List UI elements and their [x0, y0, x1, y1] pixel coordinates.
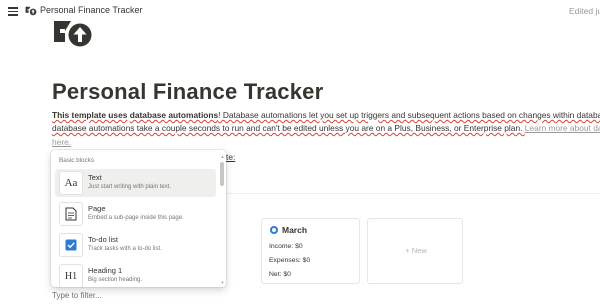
- text-glyph: Aa: [64, 177, 78, 189]
- card-title: March: [270, 225, 307, 235]
- hamburger-icon[interactable]: [8, 7, 18, 16]
- menu-item-desc: Big section heading.: [88, 277, 143, 283]
- text-aa-icon: Aa: [59, 171, 83, 195]
- heading-glyph: H1: [64, 270, 78, 282]
- card-net: Net: $0: [269, 271, 291, 278]
- breadcrumb-title[interactable]: Personal Finance Tracker: [40, 5, 143, 15]
- intro-text-2: database automations take a couple secon…: [52, 123, 525, 133]
- intro-line-1: This template uses database automations!…: [52, 109, 600, 121]
- filter-input[interactable]: [52, 291, 252, 300]
- menu-scrollbar[interactable]: ▲ ▼: [220, 154, 225, 285]
- block-menu: Basic blocks Aa Text Just start writing …: [51, 150, 226, 287]
- menu-item-label: Page: [88, 204, 106, 213]
- card-title-label: March: [282, 225, 308, 235]
- menu-item-label: Text: [88, 173, 102, 182]
- checkbox-icon: [59, 233, 83, 257]
- menu-item-desc: Just start writing with plain text.: [88, 184, 172, 190]
- scroll-thumb[interactable]: [220, 162, 224, 186]
- obscured-text: te:: [226, 152, 236, 162]
- menu-item-label: To-do list: [88, 235, 119, 244]
- menu-item-desc: Track tasks with a to-do list.: [88, 246, 162, 252]
- board-card-march[interactable]: March Income: $0 Expenses: $0 Net: $0: [261, 218, 360, 284]
- menu-item-todo[interactable]: To-do list Track tasks with a to-do list…: [55, 231, 216, 259]
- automations-link[interactable]: database automations: [130, 110, 218, 120]
- menu-item-text[interactable]: Aa Text Just start writing with plain te…: [55, 169, 216, 197]
- card-income: Income: $0: [269, 243, 303, 250]
- menu-item-page[interactable]: Page Embed a sub-page inside this page.: [55, 200, 216, 228]
- heading-icon: H1: [59, 264, 83, 287]
- learn-more-link-end[interactable]: here.: [52, 137, 71, 147]
- page-icon: [59, 202, 83, 226]
- page-title: Personal Finance Tracker: [52, 79, 324, 104]
- edited-status: Edited ju: [569, 6, 600, 16]
- intro-line-2: database automations take a couple secon…: [52, 122, 600, 134]
- intro-line-3: here.: [52, 136, 71, 148]
- intro-text: ! Database automations let you set up tr…: [218, 110, 600, 120]
- menu-item-desc: Embed a sub-page inside this page.: [88, 215, 184, 221]
- scroll-up-icon[interactable]: ▲: [220, 154, 225, 159]
- finance-logo-icon[interactable]: [25, 5, 37, 17]
- new-card[interactable]: + New: [367, 218, 463, 284]
- intro-bold-text: This template uses: [52, 110, 128, 120]
- menu-item-heading1[interactable]: H1 Heading 1 Big section heading.: [55, 262, 216, 287]
- scroll-down-icon[interactable]: ▼: [220, 280, 225, 285]
- new-card-button[interactable]: + New: [368, 246, 464, 255]
- menu-section-label: Basic blocks: [59, 157, 94, 164]
- learn-more-link[interactable]: Learn more about dat: [525, 123, 600, 133]
- status-radio-icon: [270, 226, 278, 234]
- menu-item-label: Heading 1: [88, 266, 123, 275]
- page-logo-icon[interactable]: [53, 20, 93, 48]
- card-expenses: Expenses: $0: [269, 257, 311, 264]
